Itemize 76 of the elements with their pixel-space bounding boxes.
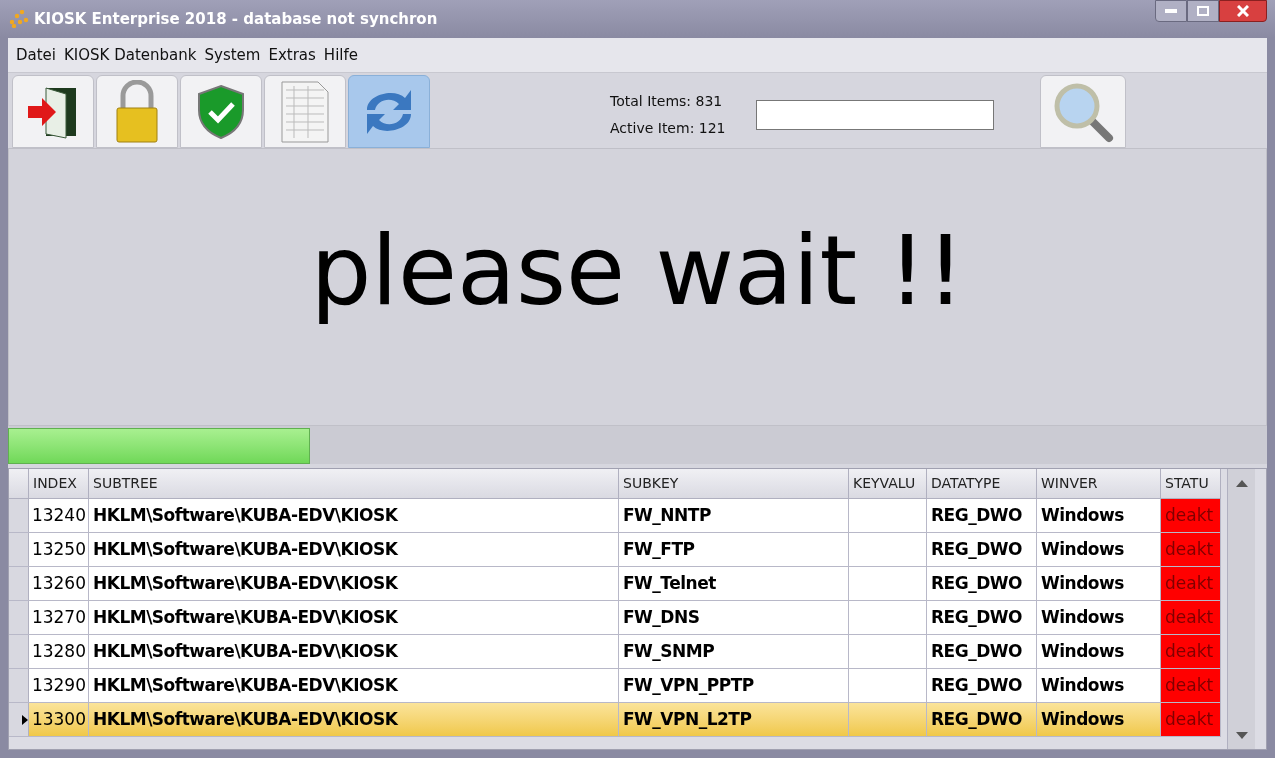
- minimize-button[interactable]: [1155, 0, 1187, 22]
- menu-item[interactable]: KIOSK Datenbank: [64, 43, 197, 67]
- table-cell: REG_DWO: [927, 567, 1037, 600]
- table-cell: FW_FTP: [619, 533, 849, 566]
- minimize-icon: [1165, 9, 1177, 13]
- table-cell: REG_DWO: [927, 499, 1037, 532]
- shield-check-icon: [197, 83, 245, 140]
- menu-item[interactable]: Extras: [268, 43, 316, 67]
- spreadsheet-icon: [280, 79, 330, 144]
- table-cell: REG_DWO: [927, 635, 1037, 668]
- menu-item[interactable]: Datei: [16, 43, 57, 67]
- table-cell: REG_DWO: [927, 601, 1037, 634]
- column-header[interactable]: SUBKEY: [619, 469, 849, 498]
- window-title: KIOSK Enterprise 2018 - database not synchron: [34, 8, 439, 30]
- table-cell: REG_DWO: [927, 533, 1037, 566]
- table-row[interactable]: 13270 HKLM\Software\KUBA-EDV\KIOSK FW_DNS REG_DWO Windows deakt: [9, 601, 1221, 635]
- table-cell: 13250: [29, 533, 89, 566]
- search-button[interactable]: [1039, 75, 1126, 148]
- table-cell: deakt: [1161, 669, 1221, 702]
- close-icon: [1237, 5, 1249, 17]
- table-cell: deakt: [1161, 703, 1221, 736]
- table-cell: REG_DWO: [927, 669, 1037, 702]
- table-cell: 13290: [29, 669, 89, 702]
- scroll-down-icon: [1235, 731, 1248, 739]
- dots-logo-icon: [8, 10, 30, 28]
- maximize-icon: [1197, 6, 1209, 16]
- table-cell: HKLM\Software\KUBA-EDV\KIOSK: [89, 635, 619, 668]
- scrollbar[interactable]: [1227, 469, 1255, 749]
- column-header[interactable]: WINVER: [1037, 469, 1161, 498]
- table-row[interactable]: 13240 HKLM\Software\KUBA-EDV\KIOSK FW_NNTP REG_DWO Windows deakt: [9, 499, 1221, 533]
- toolbar-button[interactable]: [12, 75, 94, 148]
- table-cell: HKLM\Software\KUBA-EDV\KIOSK: [89, 533, 619, 566]
- table-cell: HKLM\Software\KUBA-EDV\KIOSK: [89, 499, 619, 532]
- menu-item[interactable]: System: [204, 43, 261, 67]
- column-header[interactable]: KEYVALU: [849, 469, 927, 498]
- row-header[interactable]: [9, 703, 29, 736]
- table-cell: HKLM\Software\KUBA-EDV\KIOSK: [89, 703, 619, 736]
- menu-item[interactable]: Hilfe: [323, 43, 358, 67]
- table-cell: deakt: [1161, 601, 1221, 634]
- table-cell: 13270: [29, 601, 89, 634]
- table-row[interactable]: 13280 HKLM\Software\KUBA-EDV\KIOSK FW_SNMP REG_DWO Windows deakt: [9, 635, 1221, 669]
- table-cell: 13260: [29, 567, 89, 600]
- column-header[interactable]: INDEX: [29, 469, 89, 498]
- table-cell: HKLM\Software\KUBA-EDV\KIOSK: [89, 567, 619, 600]
- scroll-up-icon: [1235, 479, 1248, 487]
- table-cell: HKLM\Software\KUBA-EDV\KIOSK: [89, 669, 619, 702]
- wait-message: please wait !!: [310, 214, 965, 329]
- table-row[interactable]: 13260 HKLM\Software\KUBA-EDV\KIOSK FW_Telnet REG_DWO Windows deakt: [9, 567, 1221, 601]
- close-button[interactable]: [1219, 0, 1267, 22]
- search-field[interactable]: [755, 99, 994, 130]
- table-cell: deakt: [1161, 499, 1221, 532]
- table-cell: FW_VPN_PPTP: [619, 669, 849, 702]
- table-cell: 13240: [29, 499, 89, 532]
- count-label: Active Item: 121: [610, 118, 726, 138]
- table-cell: FW_SNMP: [619, 635, 849, 668]
- padlock-icon: [115, 79, 159, 144]
- table-cell: 13300: [29, 703, 89, 736]
- table-row[interactable]: 13290 HKLM\Software\KUBA-EDV\KIOSK FW_VPN_PPTP REG_DWO Windows deakt: [9, 669, 1221, 703]
- table-cell: deakt: [1161, 567, 1221, 600]
- maximize-button[interactable]: [1187, 0, 1219, 22]
- table-cell: FW_DNS: [619, 601, 849, 634]
- table-cell: FW_NNTP: [619, 499, 849, 532]
- table-row[interactable]: 13300 HKLM\Software\KUBA-EDV\KIOSK FW_VPN_L2TP REG_DWO Windows deakt: [9, 703, 1221, 737]
- count-label: Total Items: 831: [610, 91, 724, 111]
- table-cell: FW_Telnet: [619, 567, 849, 600]
- table-cell: 13280: [29, 635, 89, 668]
- table-cell: deakt: [1161, 635, 1221, 668]
- column-header[interactable]: SUBTREE: [89, 469, 619, 498]
- column-header[interactable]: STATU: [1161, 469, 1221, 498]
- table-cell: REG_DWO: [927, 703, 1037, 736]
- table-cell: FW_VPN_L2TP: [619, 703, 849, 736]
- row-pointer-icon: [22, 714, 28, 725]
- column-header[interactable]: DATATYPE: [927, 469, 1037, 498]
- table-row[interactable]: 13250 HKLM\Software\KUBA-EDV\KIOSK FW_FTP REG_DWO Windows deakt: [9, 533, 1221, 567]
- table-cell: deakt: [1161, 533, 1221, 566]
- table-cell: HKLM\Software\KUBA-EDV\KIOSK: [89, 601, 619, 634]
